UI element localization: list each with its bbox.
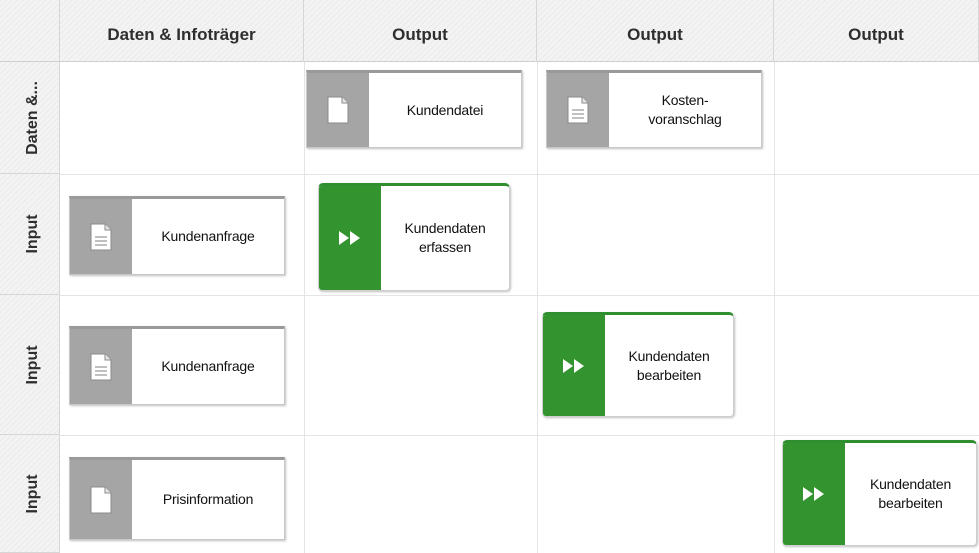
row-header-label: Daten &...: [24, 80, 41, 155]
column-header[interactable]: Output: [537, 0, 774, 62]
document-node[interactable]: Kundenanfrage: [69, 326, 285, 405]
document-node[interactable]: Prisinformation: [69, 457, 285, 540]
document-node[interactable]: Kundendatei: [306, 70, 522, 148]
row-header-label: Input: [24, 344, 41, 385]
fast-forward-icon: [783, 443, 845, 545]
activity-node[interactable]: Kundendaten erfassen: [318, 183, 510, 291]
row-header[interactable]: Input: [0, 295, 60, 435]
node-label: Kundendatei: [406, 101, 484, 118]
document-node[interactable]: Kosten- voranschlag: [546, 70, 762, 148]
fast-forward-icon: [543, 315, 605, 416]
node-label: Kundenanfrage: [161, 358, 255, 374]
lined-page-icon: [70, 329, 132, 404]
column-header[interactable]: Output: [774, 0, 979, 62]
node-label: Kundenanfrage: [161, 228, 255, 244]
column-header-label: Output: [627, 24, 683, 44]
row-header[interactable]: Daten &...: [0, 62, 60, 174]
fast-forward-icon: [319, 186, 381, 290]
blank-page-icon: [307, 73, 369, 147]
node-label: Kundendaten erfassen: [404, 220, 486, 255]
lined-page-icon: [547, 73, 609, 147]
row-header-label: Input: [24, 214, 41, 254]
node-label: Kosten- voranschlag: [648, 92, 722, 127]
column-header-label: Output: [392, 24, 448, 44]
row-header-label: Input: [24, 473, 41, 514]
document-node[interactable]: Kundenanfrage: [69, 196, 285, 275]
activity-node[interactable]: Kundendaten bearbeiten: [542, 312, 734, 417]
column-header-label: Daten & Infoträger: [107, 24, 256, 44]
row-header[interactable]: Input: [0, 435, 60, 553]
grid-line: [60, 295, 979, 296]
column-header[interactable]: Output: [304, 0, 537, 62]
column-header-label: Output: [848, 24, 904, 44]
grid-line: [537, 62, 538, 553]
node-label: Kundendaten bearbeiten: [869, 476, 952, 511]
grid-line: [774, 62, 775, 553]
process-matrix: Daten & Infoträger Output Output Output …: [0, 0, 979, 553]
node-label: Prisinformation: [162, 491, 254, 507]
node-label: Kundendaten bearbeiten: [628, 347, 710, 383]
grid-line: [60, 174, 979, 175]
column-header[interactable]: Daten & Infoträger: [60, 0, 304, 62]
activity-node[interactable]: Kundendaten bearbeiten: [782, 440, 977, 546]
row-header[interactable]: Input: [0, 174, 60, 295]
grid-line: [60, 435, 979, 436]
blank-page-icon: [70, 460, 132, 539]
corner-cell: [0, 0, 60, 62]
lined-page-icon: [70, 199, 132, 274]
grid-line: [304, 62, 305, 553]
